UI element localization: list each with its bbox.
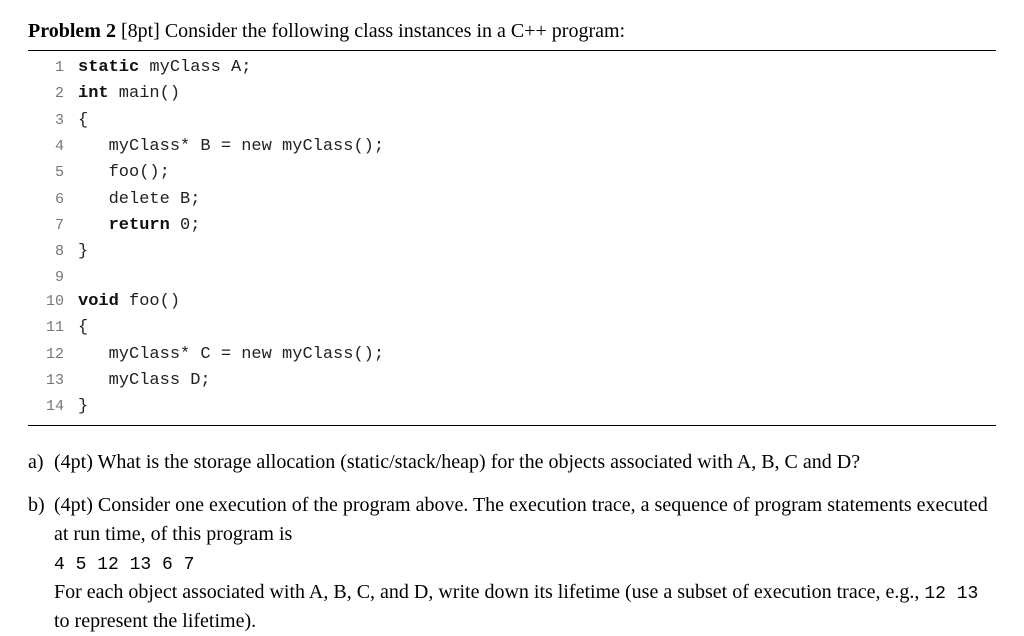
keyword: return	[109, 216, 170, 235]
line-number: 12	[28, 343, 78, 366]
keyword: void	[78, 292, 119, 311]
questions: a) (4pt) What is the storage allocation …	[28, 448, 996, 636]
question-b: b) (4pt) Consider one execution of the p…	[28, 491, 996, 636]
line-number: 5	[28, 161, 78, 184]
code-line: 12 myClass* C = new myClass();	[28, 342, 996, 368]
line-number: 13	[28, 369, 78, 392]
line-number: 9	[28, 266, 78, 289]
code-text: myClass* C = new myClass();	[78, 342, 384, 368]
code-text: {	[78, 315, 88, 341]
code-line: 10void foo()	[28, 289, 996, 315]
code-line: 4 myClass* B = new myClass();	[28, 134, 996, 160]
line-number: 1	[28, 56, 78, 79]
code-text: foo();	[78, 160, 170, 186]
question-b-label: b)	[28, 491, 54, 636]
code-line: 1static myClass A;	[28, 55, 996, 81]
code-text: myClass D;	[78, 368, 211, 394]
keyword: int	[78, 84, 109, 103]
line-number: 6	[28, 188, 78, 211]
line-number: 7	[28, 214, 78, 237]
code-line: 2int main()	[28, 81, 996, 107]
problem-title: Problem 2 [8pt] Consider the following c…	[28, 18, 996, 44]
code-line: 6 delete B;	[28, 187, 996, 213]
code-text: }	[78, 394, 88, 420]
code-text: {	[78, 108, 88, 134]
line-number: 8	[28, 240, 78, 263]
line-number: 2	[28, 82, 78, 105]
question-a-body: (4pt) What is the storage allocation (st…	[54, 448, 996, 477]
code-text: }	[78, 239, 88, 265]
question-a-points: (4pt)	[54, 451, 93, 473]
code-text: return 0;	[78, 213, 200, 239]
line-number: 14	[28, 395, 78, 418]
code-text: void foo()	[78, 289, 180, 315]
line-number: 11	[28, 316, 78, 339]
code-line: 8}	[28, 239, 996, 265]
code-text: static myClass A;	[78, 55, 251, 81]
code-line: 9	[28, 266, 996, 289]
page: Problem 2 [8pt] Consider the following c…	[0, 0, 1024, 607]
question-b-points: (4pt)	[54, 494, 93, 516]
line-number: 10	[28, 290, 78, 313]
question-b-trace: 4 5 12 13 6 7	[54, 555, 194, 575]
code-text: delete B;	[78, 187, 200, 213]
line-number: 4	[28, 135, 78, 158]
keyword: static	[78, 58, 139, 77]
question-b-body: (4pt) Consider one execution of the prog…	[54, 491, 996, 636]
problem-heading: Problem 2	[28, 20, 116, 42]
question-b-text2b: to represent the lifetime).	[54, 610, 256, 632]
code-line: 14}	[28, 394, 996, 420]
code-text: int main()	[78, 81, 180, 107]
code-line: 11{	[28, 315, 996, 341]
question-a-label: a)	[28, 448, 54, 477]
question-a-text: What is the storage allocation (static/s…	[98, 451, 861, 473]
problem-text: Consider the following class instances i…	[165, 20, 625, 42]
question-b-example: 12 13	[924, 584, 978, 604]
question-a: a) (4pt) What is the storage allocation …	[28, 448, 996, 477]
code-line: 7 return 0;	[28, 213, 996, 239]
question-b-text1: Consider one execution of the program ab…	[54, 494, 988, 545]
code-line: 13 myClass D;	[28, 368, 996, 394]
line-number: 3	[28, 109, 78, 132]
code-text: myClass* B = new myClass();	[78, 134, 384, 160]
question-b-text2a: For each object associated with A, B, C,…	[54, 581, 924, 603]
code-block: 1static myClass A;2int main()3{4 myClass…	[28, 50, 996, 426]
code-line: 3{	[28, 108, 996, 134]
code-line: 5 foo();	[28, 160, 996, 186]
problem-points: [8pt]	[121, 20, 160, 42]
